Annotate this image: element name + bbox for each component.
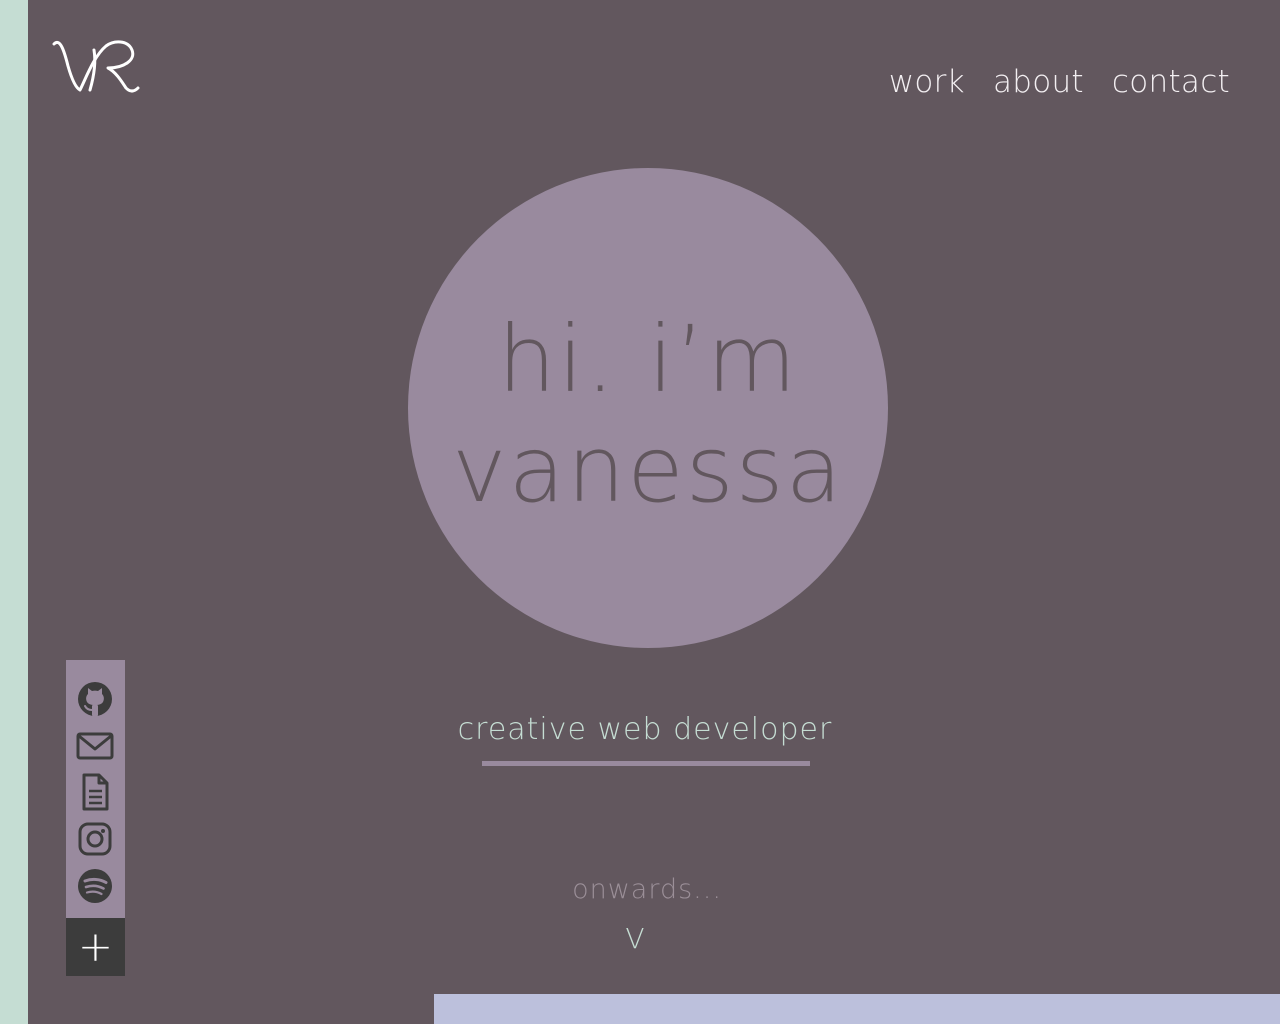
social-sidebar — [66, 660, 125, 918]
hero-circle: hi. i’m vanessa — [408, 168, 888, 648]
logo[interactable] — [50, 32, 140, 98]
next-section-preview — [434, 994, 1280, 1024]
tagline: creative web developer — [457, 712, 833, 747]
tagline-underline — [482, 761, 810, 766]
hero-greeting: hi. i’m — [497, 306, 799, 413]
hero-name: vanessa — [452, 416, 844, 523]
document-icon[interactable] — [76, 773, 114, 811]
mail-icon[interactable] — [76, 727, 114, 765]
spotify-icon[interactable] — [76, 867, 114, 905]
instagram-icon[interactable] — [76, 820, 114, 858]
nav-work-link[interactable]: work — [889, 64, 965, 100]
vr-monogram-logo — [52, 40, 140, 93]
nav-contact-link[interactable]: contact — [1112, 64, 1230, 100]
left-accent-stripe — [0, 0, 28, 1024]
scroll-down-chevron[interactable]: V — [620, 922, 650, 955]
social-toggle-button[interactable]: + — [66, 918, 125, 976]
github-icon[interactable] — [76, 680, 114, 718]
main-nav: work about contact — [889, 64, 1230, 100]
onwards-label: onwards... — [572, 874, 722, 905]
nav-about-link[interactable]: about — [993, 64, 1084, 100]
